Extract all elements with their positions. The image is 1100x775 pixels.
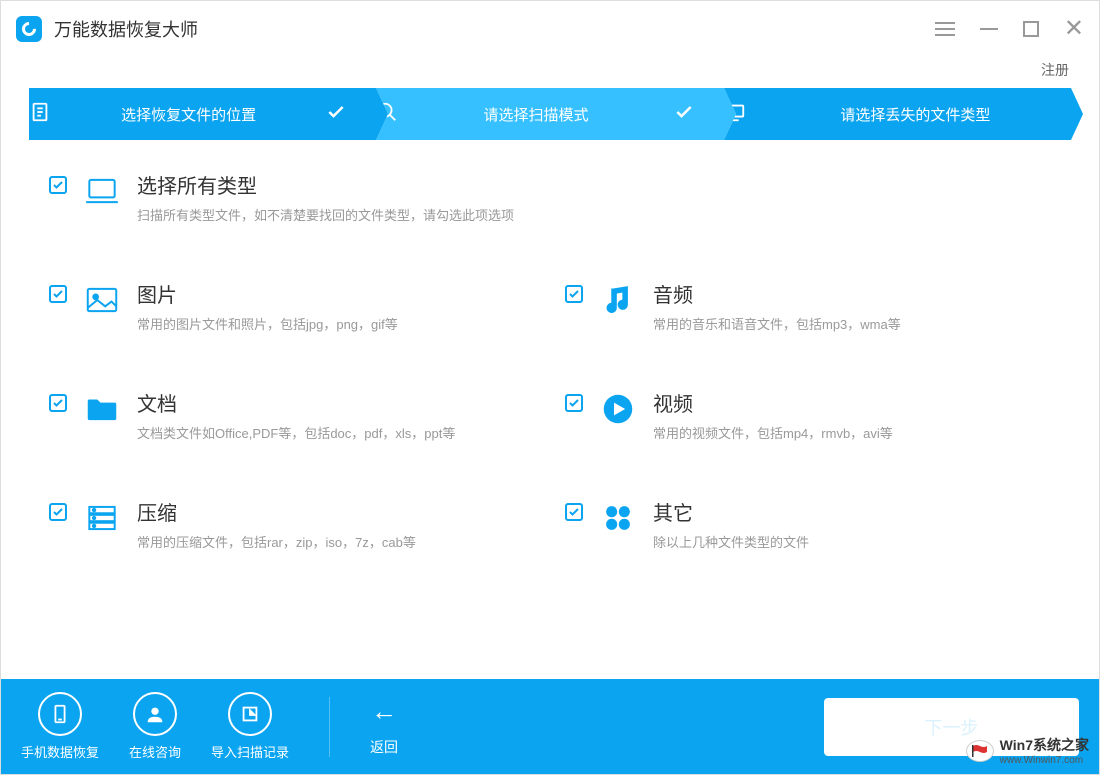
checkbox[interactable] (49, 285, 67, 303)
option-desc: 除以上几种文件类型的文件 (653, 532, 1051, 551)
image-icon (81, 279, 123, 321)
register-row: 注册 (1, 56, 1099, 88)
option-desc: 常用的图片文件和照片，包括jpg，png，gif等 (137, 314, 535, 333)
option-desc: 扫描所有类型文件，如不清楚要找回的文件类型，请勾选此项选项 (137, 205, 1051, 224)
checkbox[interactable] (565, 503, 583, 521)
option-archive[interactable]: 压缩 常用的压缩文件，包括rar，zip，iso，7z，cab等 (49, 497, 535, 551)
step-scan-mode[interactable]: 请选择扫描模式 (376, 88, 723, 140)
document-icon (29, 101, 51, 127)
register-link[interactable]: 注册 (1041, 62, 1069, 78)
app-logo-icon (16, 16, 42, 42)
online-consult-button[interactable]: 在线咨询 (129, 692, 181, 761)
option-title: 图片 (137, 279, 535, 308)
flag-icon (966, 740, 994, 762)
label: 手机数据恢复 (21, 742, 99, 761)
step-label: 请选择扫描模式 (412, 104, 659, 125)
step-label: 请选择丢失的文件类型 (760, 104, 1071, 125)
arrow-left-icon: ← (371, 696, 397, 727)
import-scan-button[interactable]: 导入扫描记录 (211, 692, 289, 761)
label: 在线咨询 (129, 742, 181, 761)
option-text: 选择所有类型 扫描所有类型文件，如不清楚要找回的文件类型，请勾选此项选项 (137, 170, 1051, 224)
close-button[interactable]: ✕ (1064, 14, 1084, 43)
option-desc: 文档类文件如Office,PDF等，包括doc，pdf，xls，ppt等 (137, 423, 535, 442)
menu-icon[interactable] (935, 22, 955, 36)
option-text: 图片 常用的图片文件和照片，包括jpg，png，gif等 (137, 279, 535, 333)
import-icon (228, 692, 272, 736)
checkbox[interactable] (565, 285, 583, 303)
option-title: 其它 (653, 497, 1051, 526)
step-file-type[interactable]: 请选择丢失的文件类型 (724, 88, 1071, 140)
app-title: 万能数据恢复大师 (54, 16, 198, 42)
option-document[interactable]: 文档 文档类文件如Office,PDF等，包括doc，pdf，xls，ppt等 (49, 388, 535, 442)
maximize-button[interactable] (1023, 21, 1039, 37)
option-title: 视频 (653, 388, 1051, 417)
music-icon (597, 279, 639, 321)
back-button[interactable]: ← 返回 (370, 696, 398, 757)
checkbox[interactable] (49, 176, 67, 194)
option-text: 音频 常用的音乐和语音文件，包括mp3，wma等 (653, 279, 1051, 333)
step-label: 选择恢复文件的位置 (65, 104, 312, 125)
option-title: 选择所有类型 (137, 170, 1051, 199)
window-controls: ✕ (935, 14, 1084, 43)
option-title: 压缩 (137, 497, 535, 526)
watermark: Win7系统之家 www.Winwin7.com (966, 735, 1089, 766)
option-desc: 常用的视频文件，包括mp4，rmvb，avi等 (653, 423, 1051, 442)
checkbox[interactable] (49, 503, 67, 521)
option-text: 文档 文档类文件如Office,PDF等，包括doc，pdf，xls，ppt等 (137, 388, 535, 442)
laptop-icon (81, 170, 123, 212)
watermark-url: www.Winwin7.com (1000, 755, 1089, 766)
minimize-button[interactable] (980, 28, 998, 30)
step-location[interactable]: 选择恢复文件的位置 (29, 88, 376, 140)
check-icon (674, 102, 694, 126)
option-title: 文档 (137, 388, 535, 417)
option-other[interactable]: 其它 除以上几种文件类型的文件 (565, 497, 1051, 551)
archive-icon (81, 497, 123, 539)
watermark-title: Win7系统之家 (1000, 737, 1089, 753)
phone-recovery-button[interactable]: 手机数据恢复 (21, 692, 99, 761)
label: 导入扫描记录 (211, 742, 289, 761)
checkbox[interactable] (565, 394, 583, 412)
play-icon (597, 388, 639, 430)
option-desc: 常用的压缩文件，包括rar，zip，iso，7z，cab等 (137, 532, 535, 551)
checkbox[interactable] (49, 394, 67, 412)
steps-bar: 选择恢复文件的位置 请选择扫描模式 请选择丢失的文件类型 (29, 88, 1071, 140)
label: 返回 (370, 737, 398, 757)
option-audio[interactable]: 音频 常用的音乐和语音文件，包括mp3，wma等 (565, 279, 1051, 333)
option-image[interactable]: 图片 常用的图片文件和照片，包括jpg，png，gif等 (49, 279, 535, 333)
bottom-bar: 手机数据恢复 在线咨询 导入扫描记录 ← 返回 下一步 (1, 679, 1099, 774)
divider (329, 697, 330, 757)
option-title: 音频 (653, 279, 1051, 308)
option-text: 其它 除以上几种文件类型的文件 (653, 497, 1051, 551)
option-all-types[interactable]: 选择所有类型 扫描所有类型文件，如不清楚要找回的文件类型，请勾选此项选项 (49, 170, 1051, 224)
option-text: 视频 常用的视频文件，包括mp4，rmvb，avi等 (653, 388, 1051, 442)
check-icon (326, 102, 346, 126)
user-icon (133, 692, 177, 736)
grid-icon (597, 497, 639, 539)
folder-icon (81, 388, 123, 430)
title-bar: 万能数据恢复大师 ✕ (1, 1, 1099, 56)
content-area: 选择所有类型 扫描所有类型文件，如不清楚要找回的文件类型，请勾选此项选项 图片 … (1, 170, 1099, 551)
option-text: 压缩 常用的压缩文件，包括rar，zip，iso，7z，cab等 (137, 497, 535, 551)
option-desc: 常用的音乐和语音文件，包括mp3，wma等 (653, 314, 1051, 333)
option-video[interactable]: 视频 常用的视频文件，包括mp4，rmvb，avi等 (565, 388, 1051, 442)
phone-icon (38, 692, 82, 736)
